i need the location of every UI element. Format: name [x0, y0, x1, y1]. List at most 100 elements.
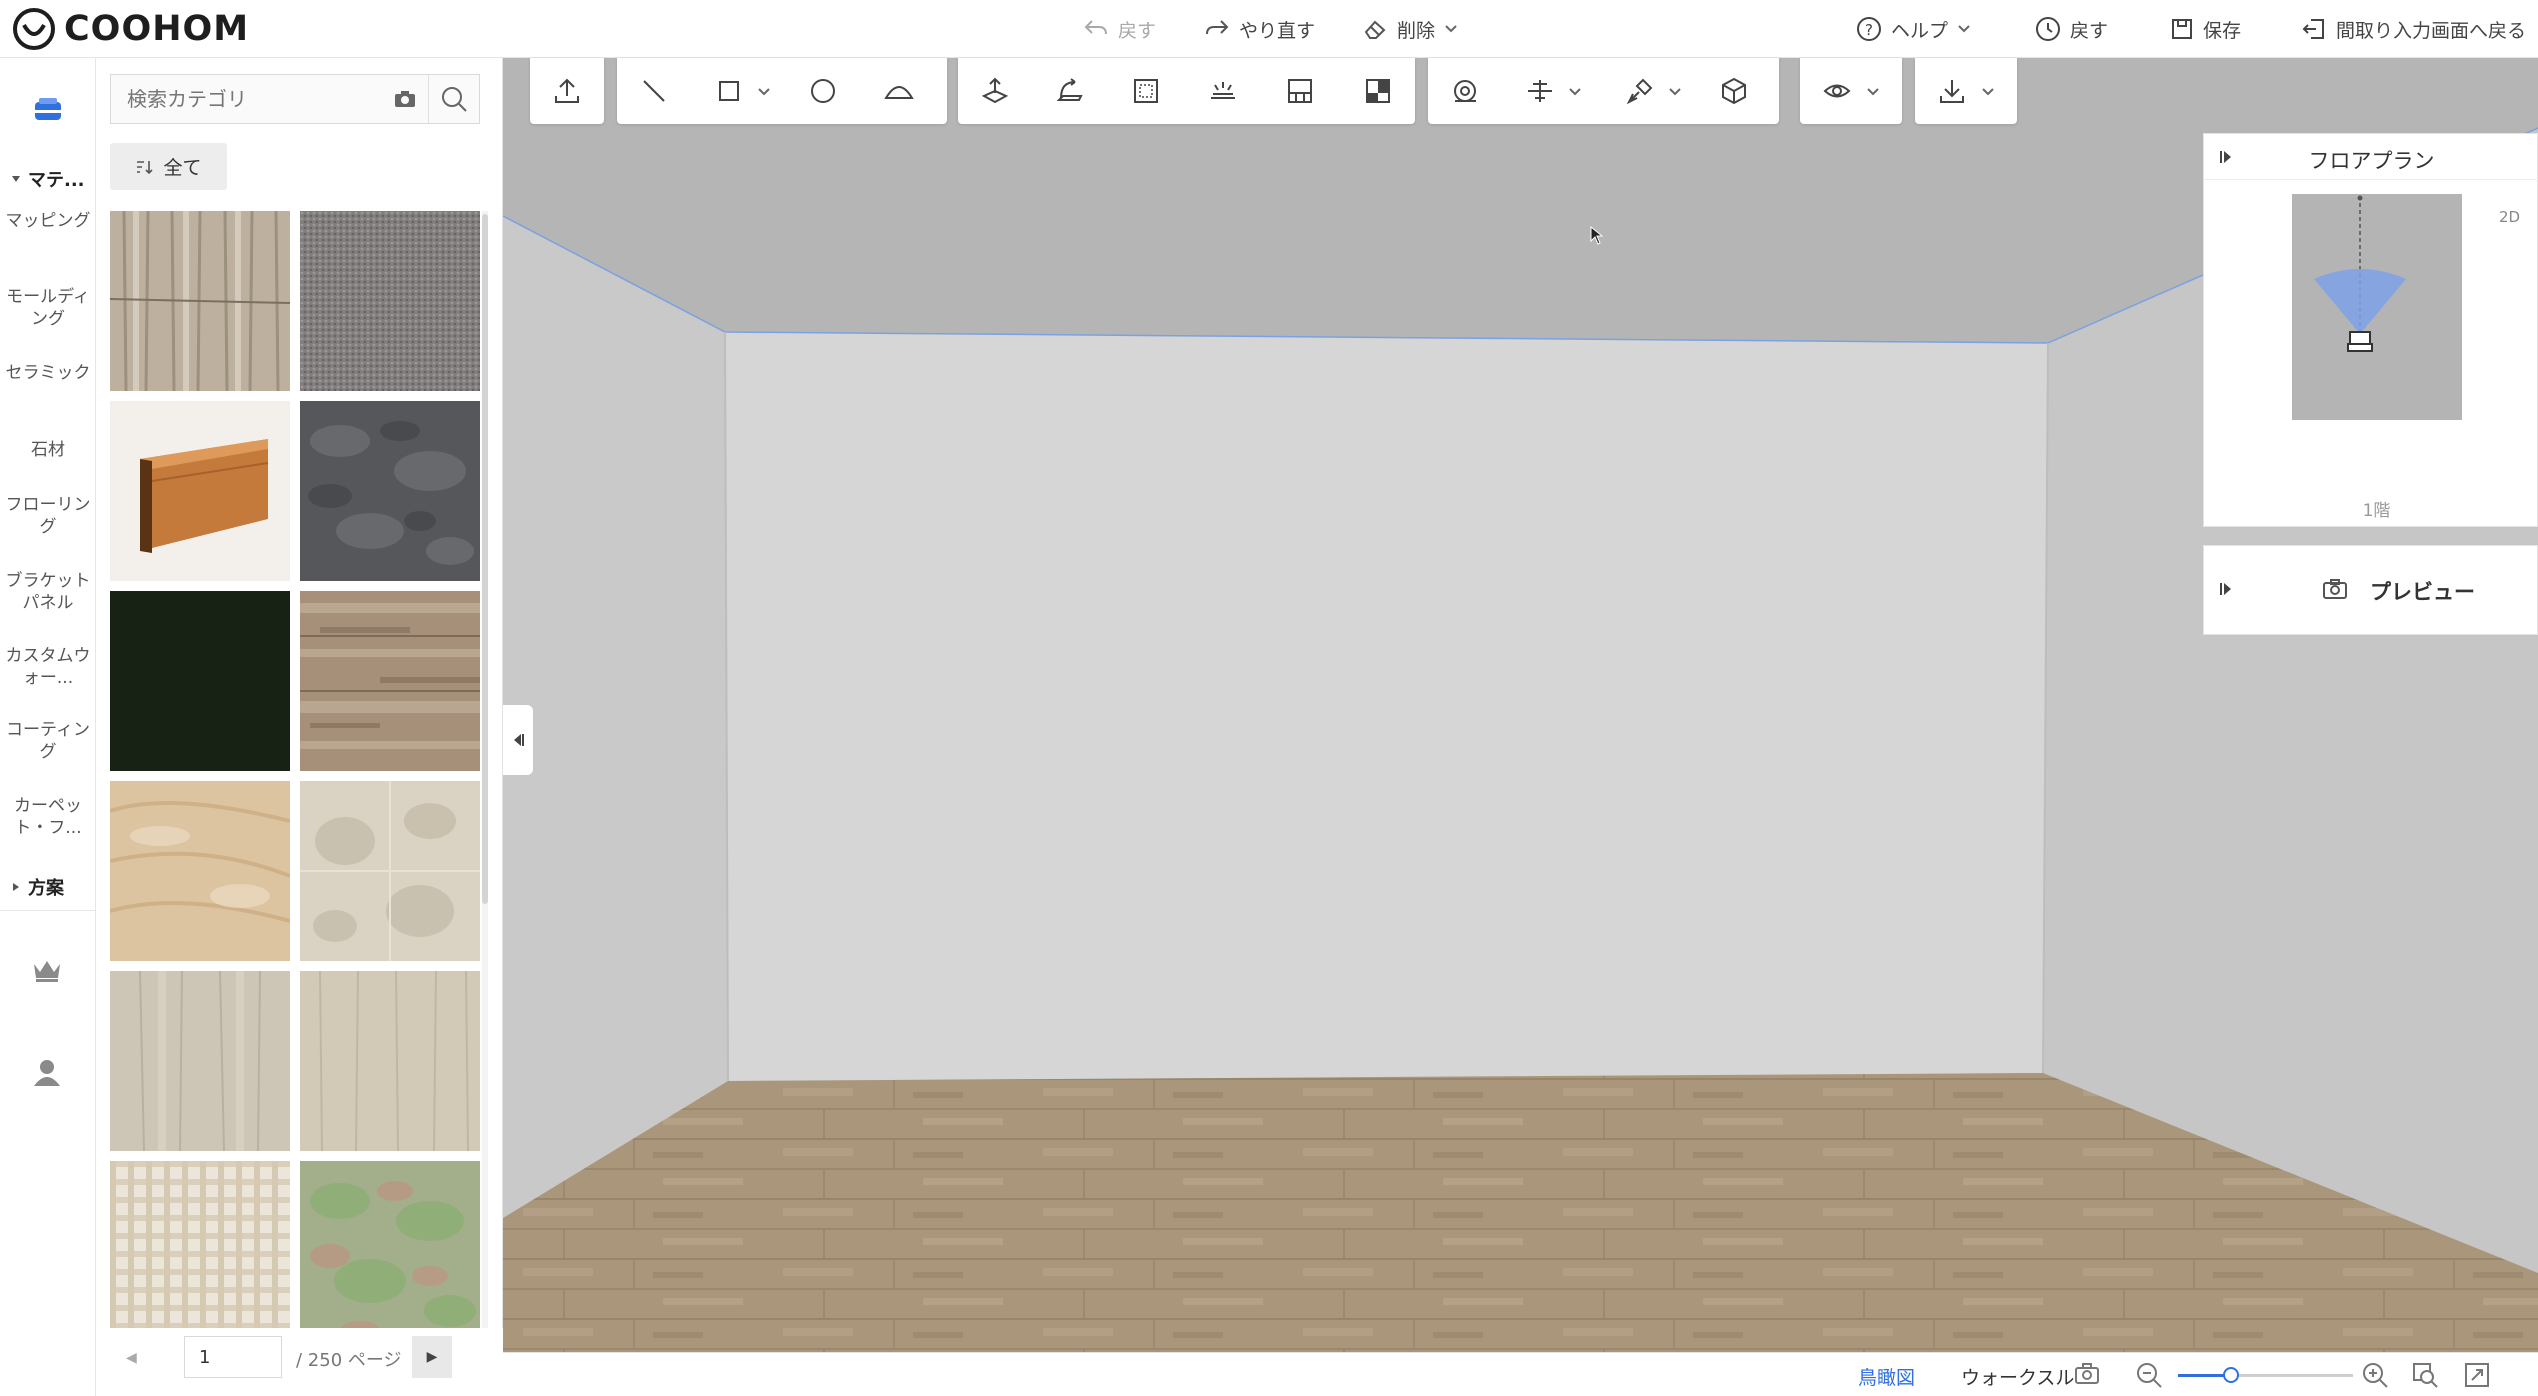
rectangle-tool-button[interactable] [713, 75, 745, 107]
chevron-down-icon[interactable] [1981, 82, 1995, 96]
rectangle-icon [719, 81, 739, 101]
zoom-slider-handle[interactable] [2223, 1367, 2239, 1383]
toolgroup-export [1915, 58, 2017, 124]
top-toolbar: COOHOM 戻す やり直す 削除 ? ヘルプ 戻す 保存 間取り入力画面へ戻る [0, 0, 2538, 58]
rail-item-coating[interactable]: コーティング [0, 719, 96, 763]
fullscreen-icon[interactable] [2463, 1361, 2491, 1393]
extrude-tool-button[interactable] [979, 75, 1011, 107]
align-tool-button[interactable] [1524, 75, 1556, 107]
crown-icon[interactable] [30, 956, 64, 988]
rail-item-mapping[interactable]: マッピング [0, 210, 96, 232]
zoom-out-icon[interactable] [2135, 1361, 2163, 1393]
redo-button[interactable]: やり直す [1204, 0, 1315, 58]
chevron-down-icon [1445, 25, 1457, 33]
search-input[interactable] [111, 75, 381, 123]
upload-tool-button[interactable] [551, 75, 583, 107]
circle-tool-button[interactable] [807, 75, 839, 107]
download-button[interactable] [1936, 75, 1968, 107]
save-button[interactable]: 保存 [2170, 0, 2241, 58]
arc-tool-button[interactable] [883, 75, 915, 107]
coohom-logo[interactable]: COOHOM [12, 6, 249, 52]
filter-all-button[interactable]: 全て [110, 143, 227, 190]
split-tool-button[interactable] [1362, 75, 1394, 107]
redo-label: やり直す [1239, 19, 1316, 42]
page-number-input[interactable] [184, 1336, 282, 1378]
collapse-right-icon[interactable] [2218, 580, 2234, 602]
upload-icon [555, 78, 579, 103]
user-icon[interactable] [31, 1056, 63, 1092]
chevron-down-icon[interactable] [1866, 82, 1880, 96]
rail-item-molding[interactable]: モールディング [0, 286, 96, 330]
3d-object-button[interactable] [1718, 75, 1750, 107]
floorplan-minimap[interactable] [2292, 194, 2462, 420]
material-brush-button[interactable] [1624, 75, 1656, 107]
help-label: ヘルプ [1891, 19, 1949, 42]
line-tool-button[interactable] [638, 75, 670, 107]
sweep-icon [1056, 78, 1083, 101]
chevron-down-icon[interactable] [1568, 82, 1582, 96]
rail-item-flooring[interactable]: フローリング [0, 494, 96, 538]
material-thumb-green-camo[interactable] [300, 1161, 480, 1341]
eraser-icon [1364, 20, 1386, 39]
material-thumb-weathered-oak[interactable] [300, 591, 480, 771]
material-thumb-birch-wood[interactable] [110, 211, 291, 392]
toolgroup-measure [1428, 58, 1779, 124]
back-to-floorplan-button[interactable]: 間取り入力画面へ戻る [2301, 0, 2526, 58]
prev-page-button[interactable]: ◀ [126, 1350, 137, 1366]
image-search-button[interactable] [381, 75, 429, 123]
history-button[interactable]: 戻す [2035, 0, 2108, 58]
material-thumb-pale-wood[interactable] [110, 970, 290, 1152]
rail-item-label: コーティング [6, 720, 90, 762]
toolgroup-modify [958, 58, 1415, 124]
2d-toggle[interactable]: 2D [2499, 208, 2520, 226]
sweep-tool-button[interactable] [1054, 75, 1086, 107]
chevron-down-icon[interactable] [1668, 82, 1682, 96]
clock-icon [2036, 17, 2060, 41]
camera-settings-icon[interactable] [2073, 1361, 2103, 1391]
delete-button[interactable]: 削除 [1362, 0, 1458, 58]
material-thumb-dark-slate[interactable] [300, 401, 480, 581]
rail-item-carpet[interactable]: カーペット・フ... [0, 795, 96, 839]
preview-panel[interactable]: プレビュー [2203, 545, 2538, 635]
floorplan-title: フロアプラン [2308, 149, 2435, 173]
toolgroup-import [530, 58, 604, 124]
panel-tool-button[interactable] [1284, 75, 1316, 107]
chevron-down-icon[interactable] [757, 82, 771, 96]
material-thumb-plaid-fabric[interactable] [110, 1161, 290, 1341]
rail-item-custom-wall[interactable]: カスタムウォー... [0, 645, 96, 689]
material-thumb-light-pine[interactable] [110, 781, 291, 961]
section-materials[interactable]: マテ... [0, 166, 96, 192]
collapse-panel-button[interactable] [503, 705, 533, 775]
rail-item-stone[interactable]: 石材 [0, 439, 96, 461]
visibility-button[interactable] [1821, 75, 1853, 107]
material-thumb-bleached-wood[interactable] [300, 970, 480, 1152]
material-thumb-black-green[interactable] [110, 591, 290, 771]
material-scrollbar-thumb[interactable] [482, 214, 488, 904]
aerial-view-button[interactable]: 鳥瞰図 [1858, 1363, 1915, 1390]
help-button[interactable]: ? ヘルプ [1856, 0, 1971, 58]
material-thumb-beige-stone[interactable] [300, 781, 480, 961]
undo-button[interactable]: 戻す [1083, 0, 1156, 58]
search-icon [442, 87, 467, 112]
material-thumb-wood-baseboard[interactable] [110, 401, 290, 581]
save-label: 保存 [2203, 19, 2242, 42]
search-button[interactable] [429, 75, 479, 123]
rail-divider [0, 910, 95, 911]
floorplan-header: フロアプラン [2204, 134, 2538, 180]
next-page-button[interactable]: ▶ [412, 1336, 452, 1378]
light-strip-tool-button[interactable] [1207, 75, 1239, 107]
bottom-bar: 鳥瞰図 ウォークスルー [503, 1352, 2538, 1396]
rail-item-bracket-panel[interactable]: ブラケットパネル [0, 570, 96, 614]
offset-tool-button[interactable] [1130, 75, 1162, 107]
materials-icon[interactable] [28, 90, 68, 130]
floor-label[interactable]: 1階 [2204, 496, 2538, 521]
light-strip-icon [1211, 82, 1235, 99]
sort-icon [137, 160, 154, 174]
rail-item-ceramic[interactable]: セラミック [0, 362, 96, 384]
tape-measure-button[interactable] [1449, 75, 1481, 107]
zoom-in-icon[interactable] [2361, 1361, 2389, 1393]
zoom-fit-icon[interactable] [2411, 1361, 2439, 1393]
material-thumb-gray-fabric[interactable] [300, 211, 480, 391]
section-plans[interactable]: 方案 [0, 874, 96, 900]
logo-icon [13, 8, 55, 50]
